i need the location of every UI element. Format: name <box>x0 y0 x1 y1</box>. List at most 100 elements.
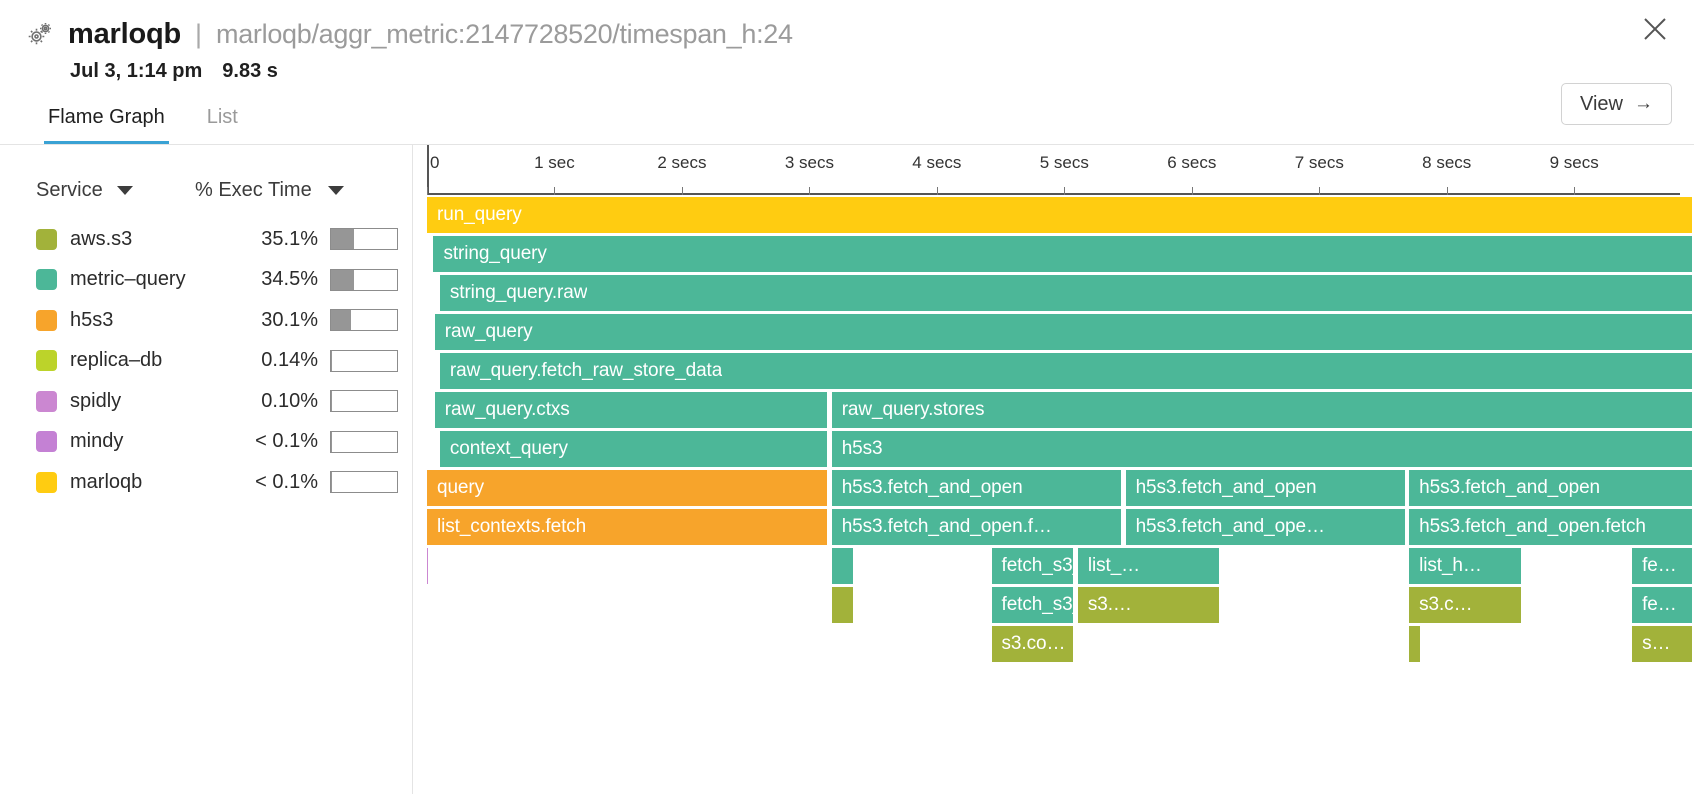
service-name-label: spidly <box>70 390 121 413</box>
flame-span-label: s3.c… <box>1409 594 1472 616</box>
service-color-swatch <box>36 472 57 493</box>
legend-row[interactable]: spidly0.10% <box>0 381 412 422</box>
legend-row[interactable]: replica–db0.14% <box>0 341 412 382</box>
flame-span[interactable]: h5s3.fetch_and_open <box>1126 470 1407 506</box>
legend-row[interactable]: aws.s3 35.1% <box>0 219 412 260</box>
flame-row-container: run_querystring_querystring_query.rawraw… <box>427 197 1694 665</box>
flame-span-label: fe… <box>1632 555 1677 577</box>
axis-baseline <box>427 193 1680 195</box>
flame-span[interactable]: h5s3.fetch_and_open <box>1409 470 1694 506</box>
chevron-down-icon[interactable] <box>117 186 133 195</box>
flame-span[interactable]: h5s3.fetch_and_open <box>832 470 1123 506</box>
flame-span-label: s3.co… <box>992 633 1066 655</box>
flame-row: raw_query <box>427 314 1694 353</box>
exec-time-meter <box>330 471 398 493</box>
flame-span[interactable]: fetch_s3_… <box>992 587 1076 623</box>
flame-span[interactable] <box>427 548 430 584</box>
legend-row[interactable]: metric–query 34.5% <box>0 260 412 301</box>
flame-graph-panel: 01 sec2 secs3 secs4 secs5 secs6 secs7 se… <box>413 145 1694 794</box>
flame-span[interactable]: raw_query.ctxs <box>435 392 829 428</box>
service-color-swatch <box>36 229 57 250</box>
axis-tick-label: 8 secs <box>1422 153 1471 173</box>
flame-span-label: raw_query.fetch_raw_store_data <box>440 360 722 382</box>
tab-flame-graph[interactable]: Flame Graph <box>44 106 169 145</box>
flame-span-label: fe… <box>1632 594 1677 616</box>
axis-tick-mark <box>554 187 555 195</box>
flame-span[interactable]: fetch_s3_… <box>992 548 1076 584</box>
tab-bar: Flame Graph List <box>44 106 242 145</box>
axis-tick-mark <box>1574 187 1575 195</box>
flame-span[interactable]: string_query <box>433 236 1694 272</box>
flame-span-label: h5s3.fetch_and_open.fetch <box>1409 516 1646 538</box>
flame-span[interactable]: h5s3.fetch_and_open.f… <box>832 509 1123 545</box>
service-color-swatch <box>36 391 57 412</box>
flame-span[interactable]: raw_query.fetch_raw_store_data <box>440 353 1694 389</box>
flame-span[interactable]: raw_query <box>435 314 1694 350</box>
exec-time-meter-fill <box>331 270 354 290</box>
legend-col-service[interactable]: Service <box>0 179 195 202</box>
flame-span-label: run_query <box>427 204 522 226</box>
flame-span[interactable]: h5s3.fetch_and_ope… <box>1126 509 1407 545</box>
service-legend-sidebar: Service % Exec Time aws.s3 35.1% metric–qu… <box>0 145 413 794</box>
service-name-label: h5s3 <box>70 309 113 332</box>
gears-icon <box>26 19 56 49</box>
flame-row: fetch_s3_…list_… list_h… fe… <box>427 548 1694 587</box>
flame-span[interactable]: string_query.raw <box>440 275 1694 311</box>
flame-row: raw_query.ctxsraw_query.stores <box>427 392 1694 431</box>
chevron-down-icon[interactable] <box>328 186 344 195</box>
service-color-swatch <box>36 269 57 290</box>
flame-row: string_query <box>427 236 1694 275</box>
exec-time-percent: 35.1% <box>210 228 318 251</box>
tab-list[interactable]: List <box>203 106 242 145</box>
flame-span-label: list_h… <box>1409 555 1482 577</box>
flame-row: raw_query.fetch_raw_store_data <box>427 353 1694 392</box>
flame-span[interactable]: h5s3.fetch_and_open.fetch <box>1409 509 1694 545</box>
flame-span[interactable]: list_h… <box>1409 548 1522 584</box>
flame-span[interactable]: fe… <box>1632 548 1694 584</box>
flame-span[interactable]: fe… <box>1632 587 1694 623</box>
title-row: marloqb | marloqb/aggr_metric:2147728520… <box>26 14 1694 54</box>
trace-meta: Jul 3, 1:14 pm 9.83 s <box>70 60 1694 83</box>
panel-body: Service % Exec Time aws.s3 35.1% metric–qu… <box>0 145 1694 794</box>
service-name-label: marloqb <box>70 471 142 494</box>
resource-title: marloqb/aggr_metric:2147728520/timespan_… <box>216 19 793 50</box>
flame-span[interactable]: h5s3 <box>832 431 1694 467</box>
flame-span[interactable] <box>832 548 855 584</box>
close-icon[interactable] <box>1638 12 1672 46</box>
axis-tick-label: 3 secs <box>785 153 834 173</box>
flame-span[interactable] <box>832 587 855 623</box>
flame-row: run_query <box>427 197 1694 236</box>
flame-span[interactable]: s3.co… <box>992 626 1076 662</box>
flame-span-label: string_query <box>433 243 546 265</box>
flame-span[interactable]: query <box>427 470 829 506</box>
trace-duration: 9.83 s <box>222 60 278 83</box>
flame-span[interactable]: run_query <box>427 197 1694 233</box>
service-name-label: mindy <box>70 430 123 453</box>
title-separator: | <box>193 19 204 50</box>
view-button[interactable]: View → <box>1561 83 1672 125</box>
service-name-label: metric–query <box>70 268 186 291</box>
axis-tick-label: 7 secs <box>1295 153 1344 173</box>
flame-row: list_contexts.fetchh5s3.fetch_and_open.f… <box>427 509 1694 548</box>
flame-span[interactable]: list_contexts.fetch <box>427 509 829 545</box>
exec-time-meter <box>330 228 398 250</box>
axis-tick-mark <box>1064 187 1065 195</box>
service-name-label: aws.s3 <box>70 228 132 251</box>
legend-row[interactable]: h5s330.1% <box>0 300 412 341</box>
flame-span[interactable]: s3.c… <box>1409 587 1522 623</box>
flame-span[interactable]: raw_query.stores <box>832 392 1694 428</box>
flame-span[interactable]: s3.… <box>1078 587 1221 623</box>
legend-row[interactable]: mindy < 0.1% <box>0 422 412 463</box>
axis-tick-label: 2 secs <box>657 153 706 173</box>
legend-row[interactable]: marloqb< 0.1% <box>0 462 412 503</box>
exec-time-percent: < 0.1% <box>210 430 318 453</box>
axis-tick-mark <box>427 187 428 195</box>
flame-span[interactable] <box>1409 626 1422 662</box>
exec-time-percent: 34.5% <box>210 268 318 291</box>
flame-span[interactable]: list_… <box>1078 548 1221 584</box>
legend-col-exec-time[interactable]: % Exec Time <box>195 179 412 202</box>
exec-time-meter <box>330 431 398 453</box>
flame-span-label: fetch_s3_… <box>992 555 1074 577</box>
flame-span[interactable]: context_query <box>440 431 829 467</box>
flame-span[interactable]: s… <box>1632 626 1694 662</box>
